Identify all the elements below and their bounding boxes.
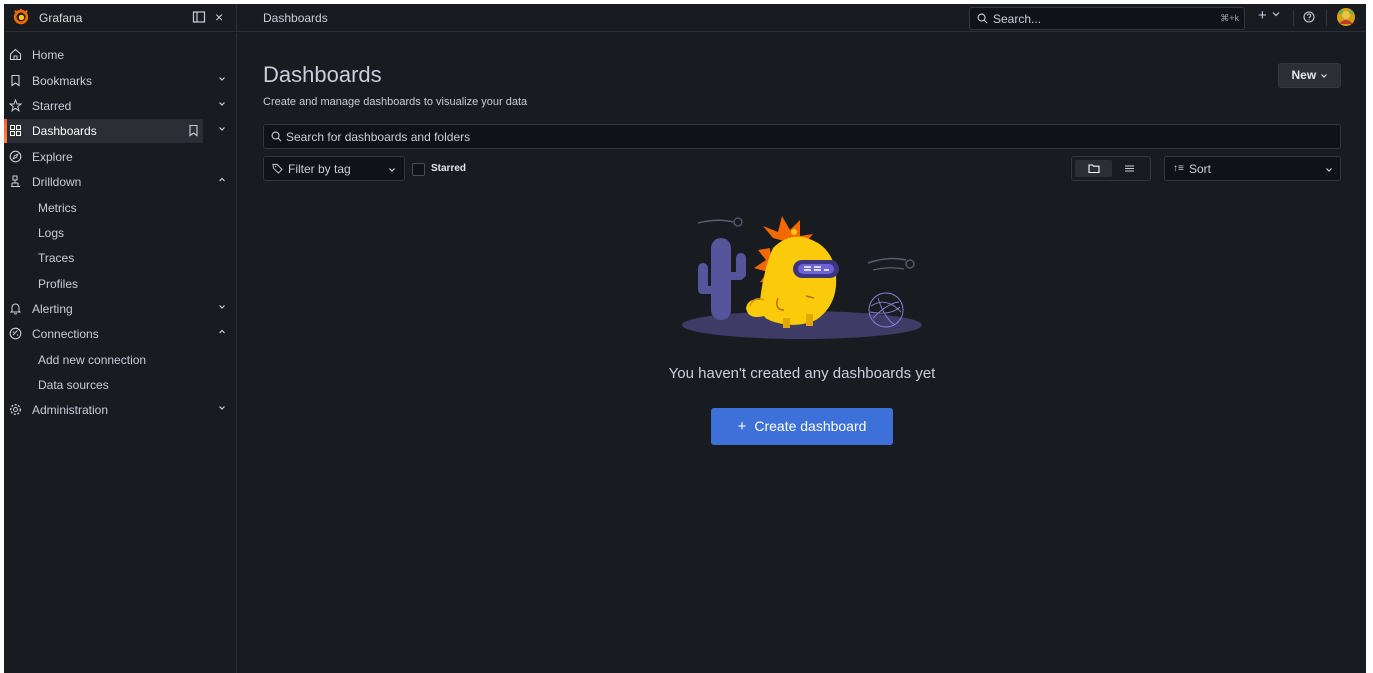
empty-state-message: You haven't created any dashboards yet — [668, 365, 936, 382]
main-content: Dashboards Create and manage dashboards … — [238, 33, 1366, 673]
chevron-down-icon — [1326, 168, 1332, 172]
help-icon[interactable] — [1303, 11, 1315, 23]
sidebar-item-logs[interactable]: Logs — [4, 221, 237, 245]
sidebar-item-profiles[interactable]: Profiles — [4, 272, 237, 296]
breadcrumb[interactable]: Dashboards — [263, 11, 328, 25]
sidebar-item-label: Home — [32, 48, 65, 62]
tag-filter-select[interactable]: Filter by tag — [263, 156, 405, 181]
sidebar-item-label: Profiles — [38, 277, 79, 291]
app-name: Grafana — [39, 11, 83, 25]
bookmark-icon — [11, 74, 20, 87]
tag-icon — [272, 163, 283, 174]
sidebar-item-label: Connections — [32, 327, 99, 341]
sidebar-item-connections[interactable]: Connections — [4, 322, 237, 346]
sidebar-item-label: Add new connection — [38, 353, 147, 367]
divider — [1293, 10, 1294, 26]
sidebar-item-traces[interactable]: Traces — [4, 246, 237, 270]
chevron-down-icon — [389, 168, 395, 172]
sidebar-item-metrics[interactable]: Metrics — [4, 196, 237, 220]
new-button-label: New — [1291, 68, 1317, 82]
sidebar-item-data-sources[interactable]: Data sources — [4, 373, 237, 397]
top-bar: Grafana × Dashboards Search... ⌘+k + — [4, 4, 1366, 32]
divider — [1326, 10, 1327, 26]
starred-label[interactable]: Starred — [431, 163, 466, 174]
search-icon — [271, 131, 282, 142]
global-search-input[interactable]: Search... ⌘+k — [969, 7, 1245, 30]
new-button[interactable]: New — [1278, 63, 1341, 88]
search-icon — [977, 13, 988, 24]
link-icon — [9, 327, 22, 340]
starred-checkbox[interactable] — [412, 163, 425, 176]
sidebar-item-starred[interactable]: Starred — [4, 94, 237, 118]
sidebar-item-label: Data sources — [38, 378, 109, 392]
sidebar-item-label: Administration — [32, 403, 109, 417]
chevron-down-icon[interactable] — [218, 75, 226, 83]
sort-placeholder: Sort — [1189, 162, 1212, 176]
chevron-down-icon[interactable] — [1272, 10, 1280, 18]
chevron-down-icon[interactable] — [218, 100, 226, 108]
sidebar-item-label: Traces — [38, 251, 75, 265]
sidebar-item-label: Metrics — [38, 201, 77, 215]
sidebar-item-add-new-connection[interactable]: Add new connection — [4, 348, 237, 372]
bookmark-icon[interactable] — [188, 124, 199, 137]
sidebar-item-administration[interactable]: Administration — [4, 398, 237, 422]
sidebar-item-label: Logs — [38, 226, 65, 240]
sidebar-item-home[interactable]: Home — [4, 43, 237, 67]
close-menu-icon[interactable]: × — [215, 9, 223, 25]
search-shortcut: ⌘+k — [1220, 13, 1239, 23]
folder-icon — [1088, 164, 1100, 174]
sidebar-item-drilldown[interactable]: Drilldown — [4, 170, 237, 194]
sidebar-item-label: Bookmarks — [32, 74, 93, 88]
page-title: Dashboards — [263, 62, 382, 87]
sidebar-item-label: Dashboards — [32, 124, 97, 138]
sidebar-item-label: Starred — [32, 99, 72, 113]
view-toggle — [1071, 156, 1151, 181]
sidebar-item-bookmarks[interactable]: Bookmarks — [4, 69, 237, 93]
empty-state-illustration — [682, 216, 922, 339]
sidebar-item-alerting[interactable]: Alerting — [4, 297, 237, 321]
sort-select[interactable]: ↑≡ Sort — [1164, 156, 1341, 181]
plus-icon: + — [737, 418, 747, 435]
sidebar-item-label: Drilldown — [32, 175, 82, 189]
cog-icon — [9, 403, 22, 416]
sidebar-header: Grafana × — [4, 4, 237, 32]
create-dashboard-label: Create dashboard — [754, 418, 867, 434]
apps-icon — [10, 125, 21, 136]
home-icon — [9, 48, 22, 61]
sidebar-item-label: Alerting — [32, 302, 73, 316]
compass-icon — [9, 150, 22, 163]
chevron-down-icon[interactable] — [218, 125, 226, 133]
add-new-button[interactable]: + — [1258, 7, 1267, 24]
sidebar-item-dashboards[interactable]: Dashboards — [4, 119, 237, 143]
sort-icon: ↑≡ — [1173, 163, 1184, 174]
tag-filter-placeholder: Filter by tag — [288, 162, 351, 176]
bell-icon — [9, 303, 22, 315]
chevron-down-icon — [1320, 73, 1327, 78]
create-dashboard-button[interactable]: + Create dashboard — [711, 408, 893, 445]
grafana-logo-icon[interactable] — [12, 8, 30, 26]
dock-menu-icon[interactable] — [192, 10, 206, 24]
grafana-app: Grafana × Dashboards Search... ⌘+k + Hom… — [4, 4, 1366, 673]
page-subtitle: Create and manage dashboards to visualiz… — [263, 96, 528, 108]
dashboard-search-input[interactable]: Search for dashboards and folders — [263, 124, 1341, 149]
folder-view-button[interactable] — [1075, 160, 1112, 177]
sidebar-item-label: Explore — [32, 150, 73, 164]
chevron-down-icon[interactable] — [218, 404, 226, 412]
active-indicator — [4, 119, 7, 143]
sidebar: Home Bookmarks Starred Dashboards Explor… — [4, 33, 237, 673]
sidebar-item-explore[interactable]: Explore — [4, 145, 237, 169]
drilldown-icon — [11, 175, 20, 187]
list-view-icon[interactable] — [1123, 162, 1136, 175]
chevron-down-icon[interactable] — [218, 303, 226, 311]
user-avatar-icon[interactable] — [1336, 7, 1356, 27]
dashboard-search-placeholder: Search for dashboards and folders — [286, 130, 471, 144]
star-icon — [9, 99, 22, 112]
chevron-up-icon[interactable] — [218, 328, 226, 336]
chevron-up-icon[interactable] — [218, 176, 226, 184]
global-search-placeholder: Search... — [993, 12, 1042, 26]
